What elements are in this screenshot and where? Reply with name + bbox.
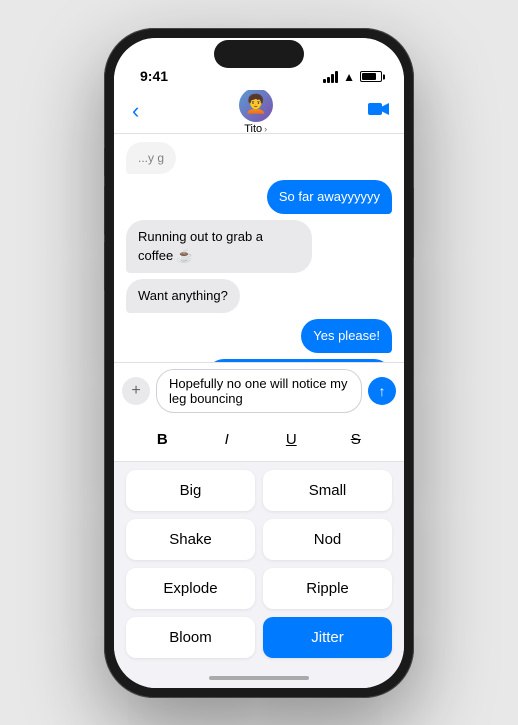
compose-area: + Hopefully no one will notice my leg bo…	[114, 362, 404, 668]
wifi-icon: ▲	[343, 70, 355, 84]
phone-frame: 9:41 ▲ ‹ 🧑‍🦱 Tito ›	[104, 28, 414, 698]
message-bubble: ...y g	[126, 142, 176, 175]
send-button[interactable]: ↑	[368, 377, 396, 405]
message-row: Want anything?	[126, 279, 392, 313]
message-bubble: Yes please!	[301, 319, 392, 353]
nav-bar: ‹ 🧑‍🦱 Tito ›	[114, 90, 404, 134]
add-attachment-button[interactable]: +	[122, 377, 150, 405]
effect-bloom-button[interactable]: Bloom	[126, 617, 255, 658]
effects-grid: Big Small Shake Nod Explode Ripple Bloom…	[114, 462, 404, 668]
effect-ripple-button[interactable]: Ripple	[263, 568, 392, 609]
compose-row: + Hopefully no one will notice my leg bo…	[114, 363, 404, 419]
message-row: Running out to grab a coffee ☕	[126, 220, 392, 272]
message-bubble: Running out to grab a coffee ☕	[126, 220, 312, 272]
avatar: 🧑‍🦱	[239, 88, 273, 122]
video-call-button[interactable]	[368, 100, 390, 123]
phone-screen: 9:41 ▲ ‹ 🧑‍🦱 Tito ›	[114, 38, 404, 688]
home-indicator	[114, 668, 404, 688]
contact-name: Tito ›	[244, 123, 267, 135]
message-bubble: Want anything?	[126, 279, 240, 313]
effect-jitter-button[interactable]: Jitter	[263, 617, 392, 658]
power-button[interactable]	[413, 188, 414, 258]
volume-up-button[interactable]	[104, 186, 105, 234]
effect-explode-button[interactable]: Explode	[126, 568, 255, 609]
message-row: Yes please!	[126, 319, 392, 353]
status-time: 9:41	[140, 68, 168, 84]
signal-icon	[323, 71, 338, 83]
chevron-icon: ›	[264, 124, 267, 134]
underline-button[interactable]: U	[273, 425, 309, 455]
volume-down-button[interactable]	[104, 242, 105, 290]
effect-nod-button[interactable]: Nod	[263, 519, 392, 560]
italic-button[interactable]: I	[209, 425, 245, 455]
message-row: ...y g	[126, 142, 392, 175]
message-row: So far awayyyyyy	[126, 180, 392, 214]
strikethrough-button[interactable]: S	[338, 425, 374, 455]
message-bubble: So far awayyyyyy	[267, 180, 392, 214]
mute-button[interactable]	[104, 148, 105, 176]
dynamic-island	[214, 40, 304, 68]
effect-shake-button[interactable]: Shake	[126, 519, 255, 560]
nav-center[interactable]: 🧑‍🦱 Tito ›	[239, 88, 273, 135]
home-bar	[209, 676, 309, 680]
chat-area: ...y g So far awayyyyyy Running out to g…	[114, 134, 404, 362]
effect-big-button[interactable]: Big	[126, 470, 255, 511]
effect-small-button[interactable]: Small	[263, 470, 392, 511]
status-icons: ▲	[323, 70, 382, 84]
battery-icon	[360, 71, 382, 82]
back-button[interactable]: ‹	[128, 94, 143, 128]
message-input[interactable]: Hopefully no one will notice my leg boun…	[156, 369, 362, 413]
bold-button[interactable]: B	[144, 425, 180, 455]
format-bar: B I U S	[114, 419, 404, 462]
